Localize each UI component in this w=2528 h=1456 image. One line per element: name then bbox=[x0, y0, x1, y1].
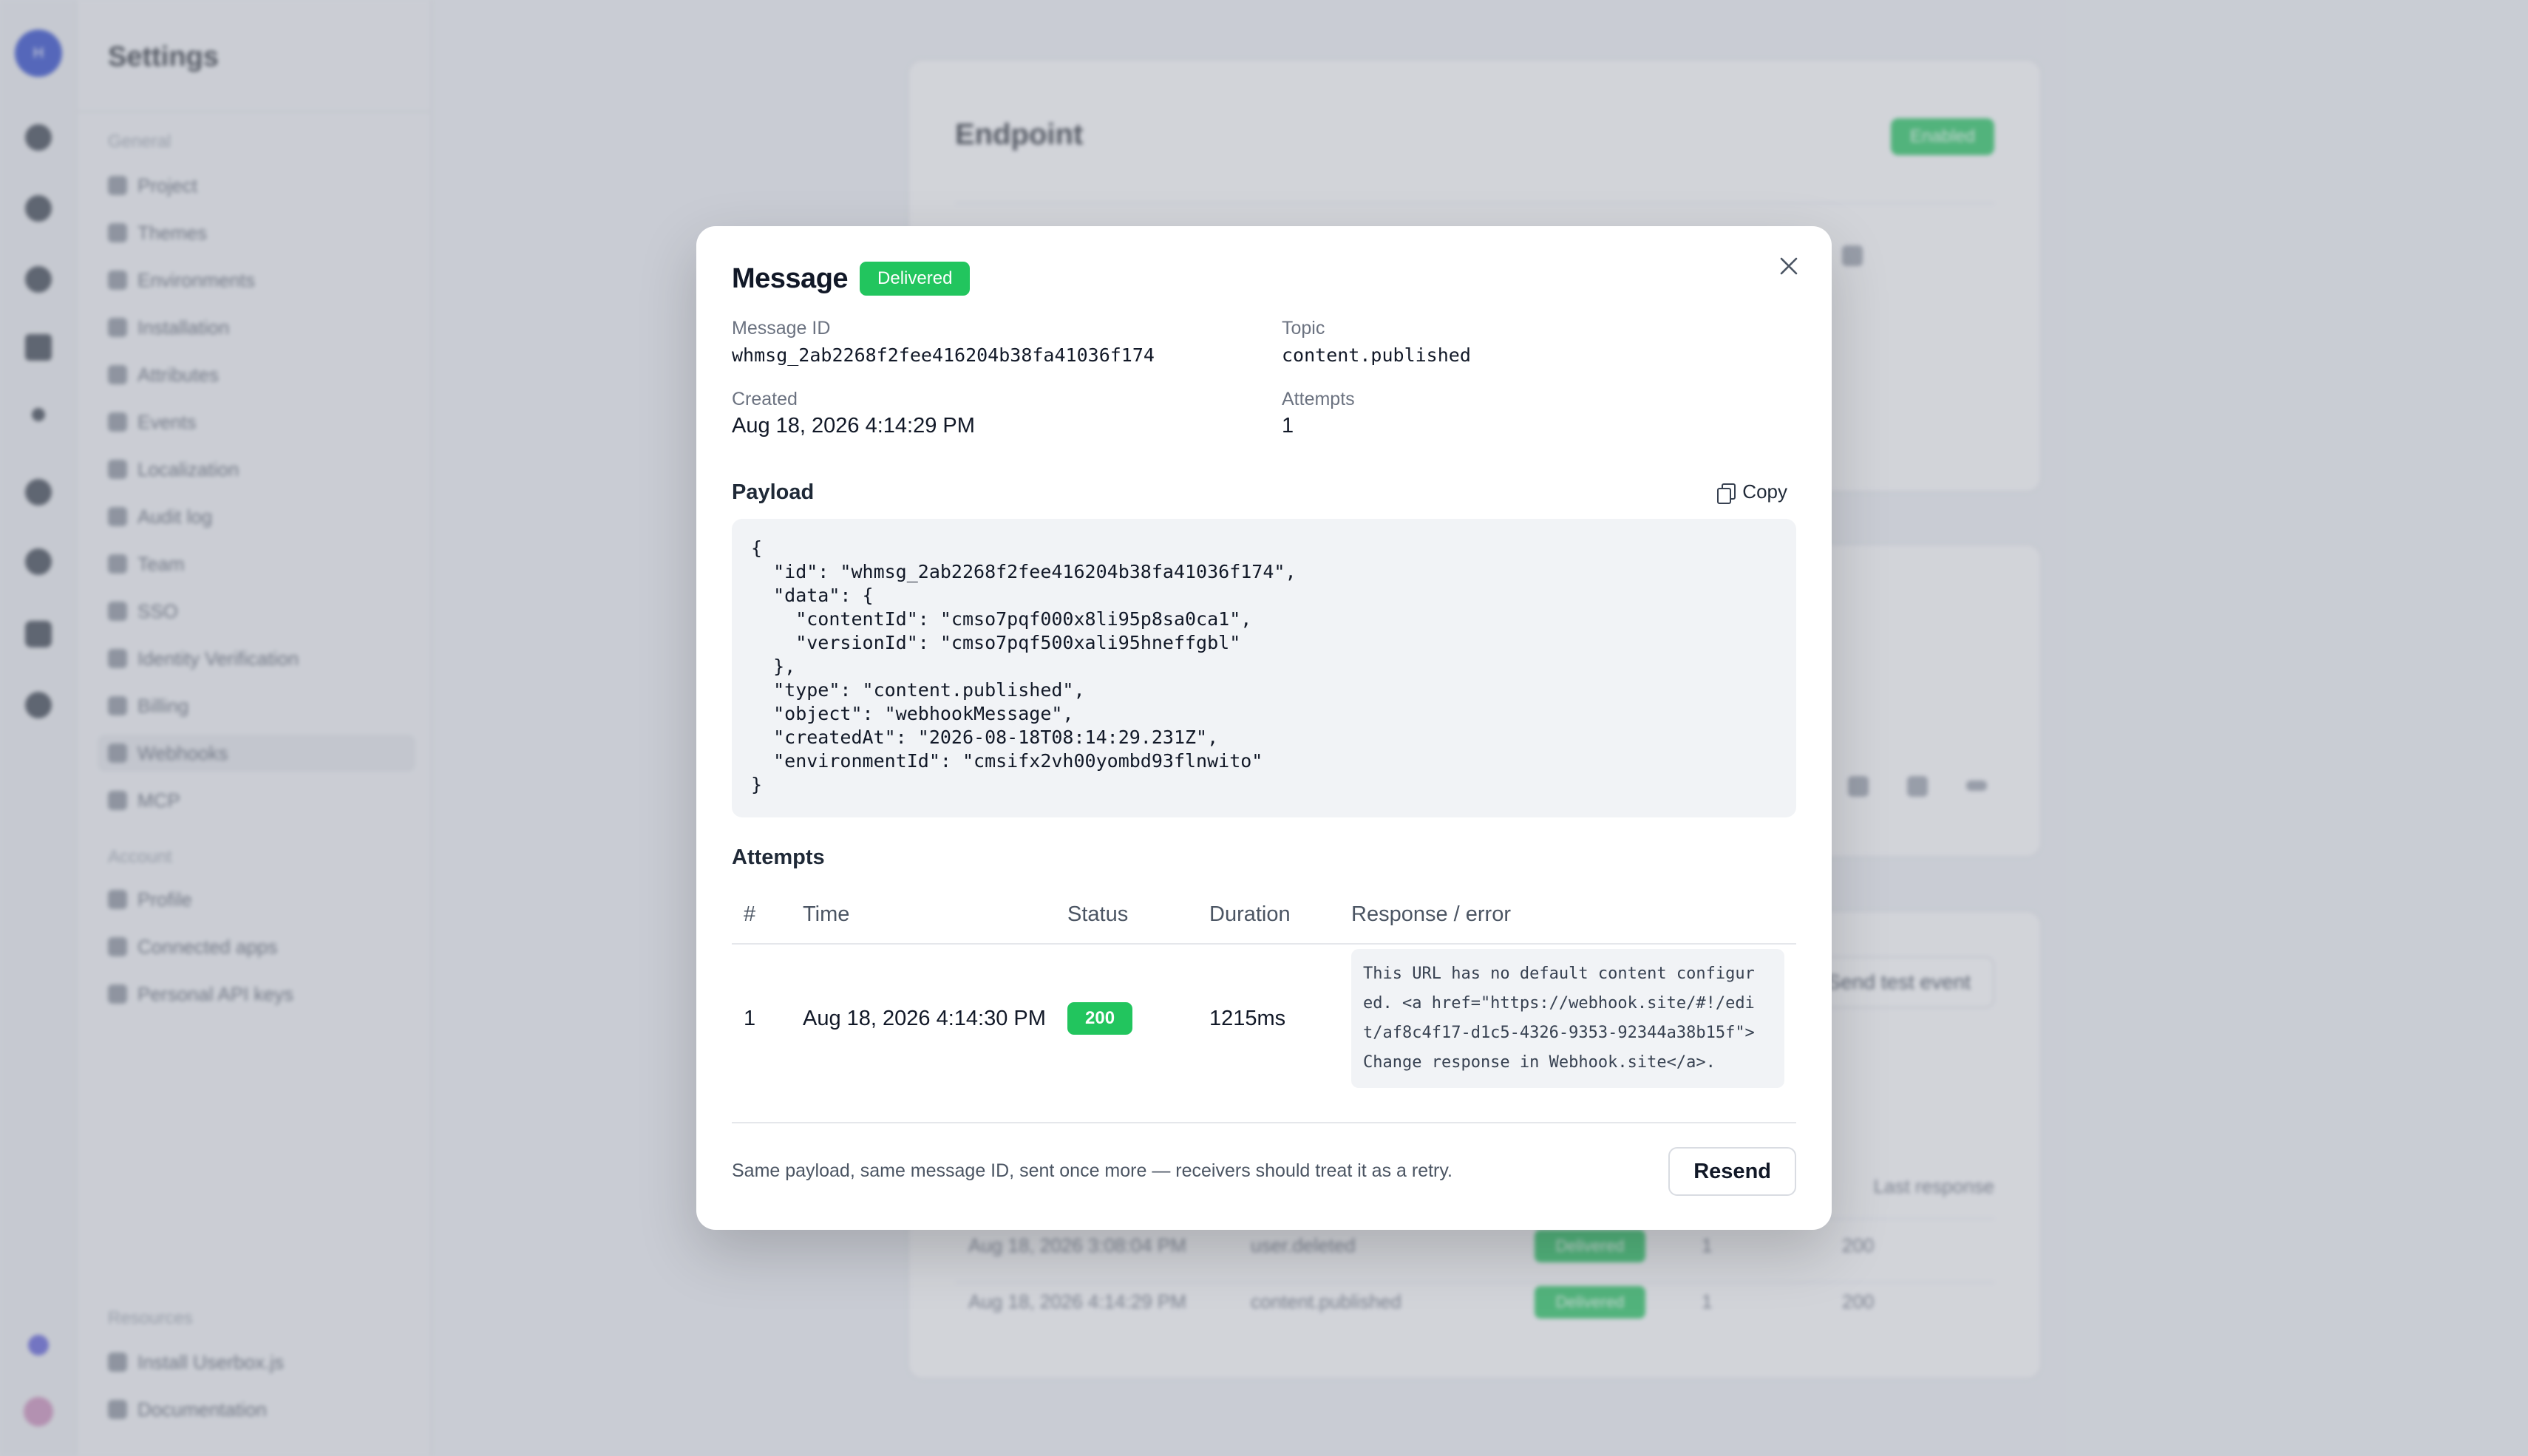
payload-code-block[interactable]: { "id": "whmsg_2ab2268f2fee416204b38fa41… bbox=[732, 519, 1796, 817]
attempt-response-cell: This URL has no default content configur… bbox=[1351, 949, 1796, 1088]
topic-label: Topic bbox=[1282, 318, 1325, 339]
topic-value: content.published bbox=[1282, 344, 1471, 366]
attempts-section-label: Attempts bbox=[732, 846, 825, 869]
col-response-header: Response / error bbox=[1351, 902, 1511, 926]
attempt-duration: 1215ms bbox=[1209, 1006, 1286, 1030]
table-header: # Time Status Duration Response / error bbox=[732, 885, 1796, 945]
status-code-badge: 200 bbox=[1067, 1002, 1133, 1035]
copy-label: Copy bbox=[1742, 480, 1787, 503]
attempts-table: # Time Status Duration Response / error … bbox=[732, 885, 1796, 1092]
col-status-header: Status bbox=[1067, 902, 1129, 926]
col-time-header: Time bbox=[803, 902, 850, 926]
resend-button[interactable]: Resend bbox=[1668, 1147, 1796, 1196]
table-row: 1 Aug 18, 2026 4:14:30 PM 200 1215ms Thi… bbox=[732, 945, 1796, 1092]
col-number-header: # bbox=[744, 902, 756, 926]
payload-label: Payload bbox=[732, 480, 815, 504]
footer-divider bbox=[732, 1122, 1796, 1123]
attempts-count: 1 bbox=[1282, 414, 1294, 438]
col-duration-header: Duration bbox=[1209, 902, 1291, 926]
attempt-number: 1 bbox=[744, 1006, 756, 1030]
created-value: Aug 18, 2026 4:14:29 PM bbox=[732, 414, 975, 438]
message-dialog: Message Delivered Message ID whmsg_2ab22… bbox=[696, 226, 1832, 1230]
message-id-label: Message ID bbox=[732, 318, 831, 339]
copy-icon bbox=[1717, 483, 1736, 504]
created-label: Created bbox=[732, 389, 798, 409]
dialog-header: Message Delivered bbox=[732, 262, 971, 296]
close-icon[interactable] bbox=[1771, 248, 1807, 284]
attempt-time: Aug 18, 2026 4:14:30 PM bbox=[803, 1006, 1046, 1030]
attempts-label: Attempts bbox=[1282, 389, 1355, 409]
message-id-value: whmsg_2ab2268f2fee416204b38fa41036f174 bbox=[732, 344, 1155, 366]
attempt-status-cell: 200 bbox=[1067, 1002, 1209, 1035]
copy-button[interactable]: Copy bbox=[1717, 480, 1787, 504]
status-badge: Delivered bbox=[860, 262, 971, 296]
footer-note: Same payload, same message ID, sent once… bbox=[732, 1160, 1452, 1181]
payload-json: { "id": "whmsg_2ab2268f2fee416204b38fa41… bbox=[751, 537, 1297, 795]
dialog-title: Message bbox=[732, 262, 849, 294]
response-body: This URL has no default content configur… bbox=[1351, 949, 1784, 1088]
